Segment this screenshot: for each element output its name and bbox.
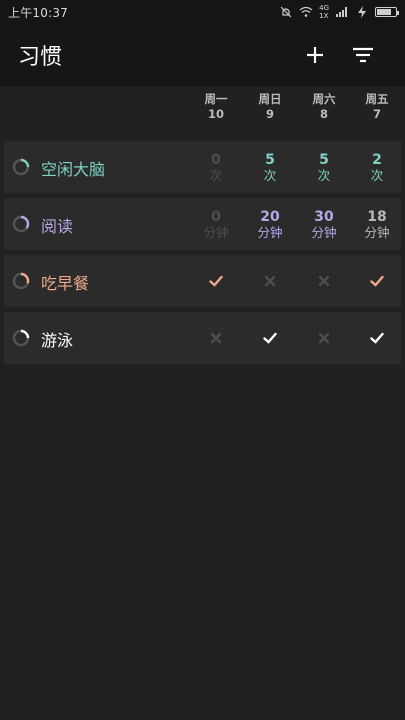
habit-count-unit: 分钟 <box>257 224 283 240</box>
habit-count-value: 0 <box>211 208 221 225</box>
habit-count-value: 5 <box>265 151 275 168</box>
day-weekday: 周一 <box>204 92 228 106</box>
habit-count-unit: 次 <box>263 167 277 183</box>
habit-progress-ring-icon <box>12 329 30 347</box>
habit-count-unit: 分钟 <box>311 224 337 240</box>
day-date: 10 <box>207 107 224 121</box>
habit-count-value: 2 <box>372 151 382 168</box>
check-icon <box>263 332 277 344</box>
habit-row[interactable]: 游泳 <box>4 312 401 364</box>
habit-day-cell[interactable]: 20 分钟 <box>245 198 295 250</box>
check-icon <box>209 275 223 287</box>
day-date: 9 <box>265 107 274 121</box>
status-time: 上午10:37 <box>8 5 68 20</box>
habit-day-cell[interactable] <box>191 255 241 307</box>
day-header-2: 周六 8 <box>299 92 349 122</box>
cross-icon <box>318 275 330 287</box>
charging-icon <box>358 6 366 18</box>
add-habit-button[interactable] <box>291 31 339 79</box>
network-type: 4G 1X <box>319 4 329 20</box>
app-bar: 习惯 <box>0 24 405 86</box>
habit-row[interactable]: 吃早餐 <box>4 255 401 307</box>
habit-count-value: 0 <box>211 151 221 168</box>
habit-count-unit: 分钟 <box>203 224 229 240</box>
habit-day-cell[interactable]: 18 分钟 <box>352 198 402 250</box>
habit-day-cell[interactable]: 5次 <box>299 141 349 193</box>
battery-icon <box>375 7 399 17</box>
check-icon <box>370 332 384 344</box>
habit-day-cell[interactable]: 2次 <box>352 141 402 193</box>
cross-icon <box>210 332 222 344</box>
habit-name: 游泳 <box>41 331 74 350</box>
habit-row[interactable]: 空闲大脑 0 次 5 次 5 次 2 次 <box>4 141 401 193</box>
cross-icon <box>264 275 276 287</box>
network-top: 4G <box>319 4 329 12</box>
habit-count-value: 18 <box>367 208 387 225</box>
day-header-3: 周五 7 <box>352 92 402 122</box>
habit-day-cell[interactable] <box>352 312 402 364</box>
habit-name: 阅读 <box>41 217 74 236</box>
cross-icon <box>318 332 330 344</box>
day-header-0: 周一 10 <box>191 92 241 122</box>
filter-button[interactable] <box>339 31 387 79</box>
day-weekday: 周五 <box>365 92 389 106</box>
habit-progress-ring-icon <box>12 272 30 290</box>
habit-count-unit: 次 <box>209 167 223 183</box>
day-date: 7 <box>372 107 381 121</box>
habit-day-cell[interactable] <box>245 312 295 364</box>
wifi-icon <box>299 6 313 17</box>
habit-day-cell[interactable]: 0 分钟 <box>191 198 241 250</box>
plus-icon <box>307 47 323 63</box>
habit-day-cell[interactable] <box>352 255 402 307</box>
habit-day-cell[interactable] <box>299 255 349 307</box>
network-bottom: 1X <box>319 12 329 20</box>
habit-day-cell[interactable] <box>191 312 241 364</box>
page-title: 习惯 <box>18 45 63 70</box>
habit-progress-ring-icon <box>12 158 30 176</box>
day-weekday: 周六 <box>312 92 336 106</box>
habit-count-value: 30 <box>314 208 334 225</box>
day-date: 8 <box>319 107 328 121</box>
habit-count-unit: 分钟 <box>364 224 390 240</box>
day-header-1: 周日 9 <box>245 92 295 122</box>
signal-icon <box>336 7 347 17</box>
habit-count-unit: 次 <box>370 167 384 183</box>
habit-day-cell[interactable]: 0次 <box>191 141 241 193</box>
habit-day-cell[interactable]: 30 分钟 <box>299 198 349 250</box>
habit-day-cell[interactable]: 5次 <box>245 141 295 193</box>
habit-name: 空闲大脑 <box>41 160 106 179</box>
habit-count-value: 20 <box>260 208 280 225</box>
habit-name: 吃早餐 <box>41 274 90 293</box>
day-header: 周一 10 周日 9 周六 8 周五 7 <box>0 92 405 134</box>
status-bar: 上午10:37 4G 1X <box>0 0 405 24</box>
check-icon <box>370 275 384 287</box>
habit-day-cell[interactable] <box>245 255 295 307</box>
bell-muted-icon <box>280 6 292 18</box>
habit-count-unit: 次 <box>317 167 331 183</box>
habit-day-cell[interactable] <box>299 312 349 364</box>
habit-progress-ring-icon <box>12 215 30 233</box>
habit-count-value: 5 <box>319 151 329 168</box>
day-weekday: 周日 <box>258 92 282 106</box>
habit-row[interactable]: 阅读 0 分钟 20 分钟 30 分钟 18 分钟 <box>4 198 401 250</box>
status-icons: 4G 1X <box>279 4 399 20</box>
filter-icon <box>353 47 373 63</box>
